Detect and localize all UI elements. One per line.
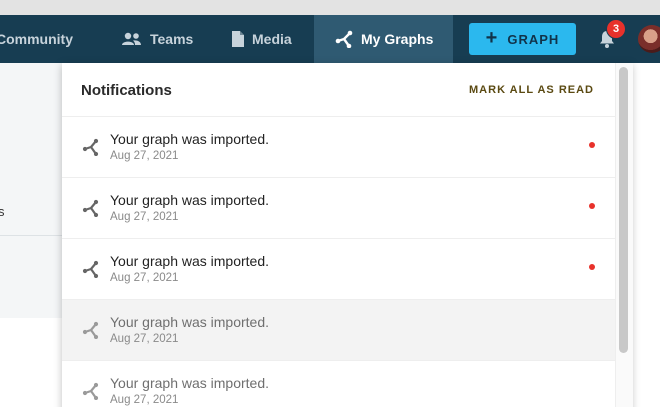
unread-dot bbox=[589, 203, 595, 209]
background-text: s bbox=[0, 204, 5, 219]
nav-teams-label: Teams bbox=[150, 31, 194, 47]
notification-item[interactable]: Your graph was imported. Aug 27, 2021 bbox=[62, 178, 615, 239]
notifications-dropdown: Notifications MARK ALL AS READ Your grap… bbox=[62, 63, 633, 407]
notifications-header: Notifications MARK ALL AS READ bbox=[62, 63, 615, 117]
nav-community[interactable]: Community bbox=[0, 15, 73, 63]
nav-my-graphs[interactable]: My Graphs bbox=[314, 15, 453, 63]
notification-date: Aug 27, 2021 bbox=[110, 272, 179, 284]
notification-date: Aug 27, 2021 bbox=[110, 150, 179, 162]
browser-chrome bbox=[0, 0, 660, 15]
page: s Community Teams Media My Graphs + GRAP… bbox=[0, 0, 660, 407]
avatar[interactable] bbox=[638, 25, 660, 53]
notification-date: Aug 27, 2021 bbox=[110, 333, 179, 345]
background-panel bbox=[0, 63, 62, 318]
notification-message: Your graph was imported. bbox=[110, 253, 270, 269]
notification-count-badge: 3 bbox=[606, 19, 626, 39]
graph-node-icon bbox=[82, 260, 100, 279]
nav-media[interactable]: Media bbox=[232, 15, 292, 63]
scrollbar-thumb[interactable] bbox=[619, 67, 628, 353]
people-icon bbox=[121, 32, 142, 46]
notification-date: Aug 27, 2021 bbox=[110, 394, 179, 406]
notification-message: Your graph was imported. bbox=[110, 375, 270, 391]
unread-dot bbox=[589, 264, 595, 270]
notification-item[interactable]: Your graph was imported. Aug 27, 2021 bbox=[62, 117, 615, 178]
top-navbar: Community Teams Media My Graphs + GRAPH … bbox=[0, 15, 660, 63]
document-icon bbox=[232, 31, 244, 47]
nav-community-label: Community bbox=[0, 31, 73, 47]
notification-date: Aug 27, 2021 bbox=[110, 211, 179, 223]
notification-message: Your graph was imported. bbox=[110, 314, 270, 330]
notification-item[interactable]: Your graph was imported. Aug 27, 2021 bbox=[62, 300, 615, 361]
background-divider bbox=[0, 235, 62, 236]
plus-icon: + bbox=[485, 27, 499, 49]
new-graph-label: GRAPH bbox=[507, 31, 560, 47]
graph-node-icon bbox=[82, 138, 100, 157]
notification-message: Your graph was imported. bbox=[110, 131, 270, 147]
notification-item[interactable]: Your graph was imported. Aug 27, 2021 bbox=[62, 361, 615, 407]
graph-node-icon bbox=[82, 382, 100, 401]
notification-message: Your graph was imported. bbox=[110, 192, 270, 208]
nav-teams[interactable]: Teams bbox=[121, 15, 193, 63]
unread-dot bbox=[589, 142, 595, 148]
notifications-title: Notifications bbox=[81, 82, 172, 99]
graph-node-icon bbox=[335, 30, 353, 48]
mark-all-read-button[interactable]: MARK ALL AS READ bbox=[469, 84, 594, 96]
graph-node-icon bbox=[82, 199, 100, 218]
nav-my-graphs-label: My Graphs bbox=[361, 31, 434, 47]
new-graph-button[interactable]: + GRAPH bbox=[469, 23, 576, 55]
graph-node-icon bbox=[82, 321, 100, 340]
notification-item[interactable]: Your graph was imported. Aug 27, 2021 bbox=[62, 239, 615, 300]
nav-media-label: Media bbox=[252, 31, 292, 47]
